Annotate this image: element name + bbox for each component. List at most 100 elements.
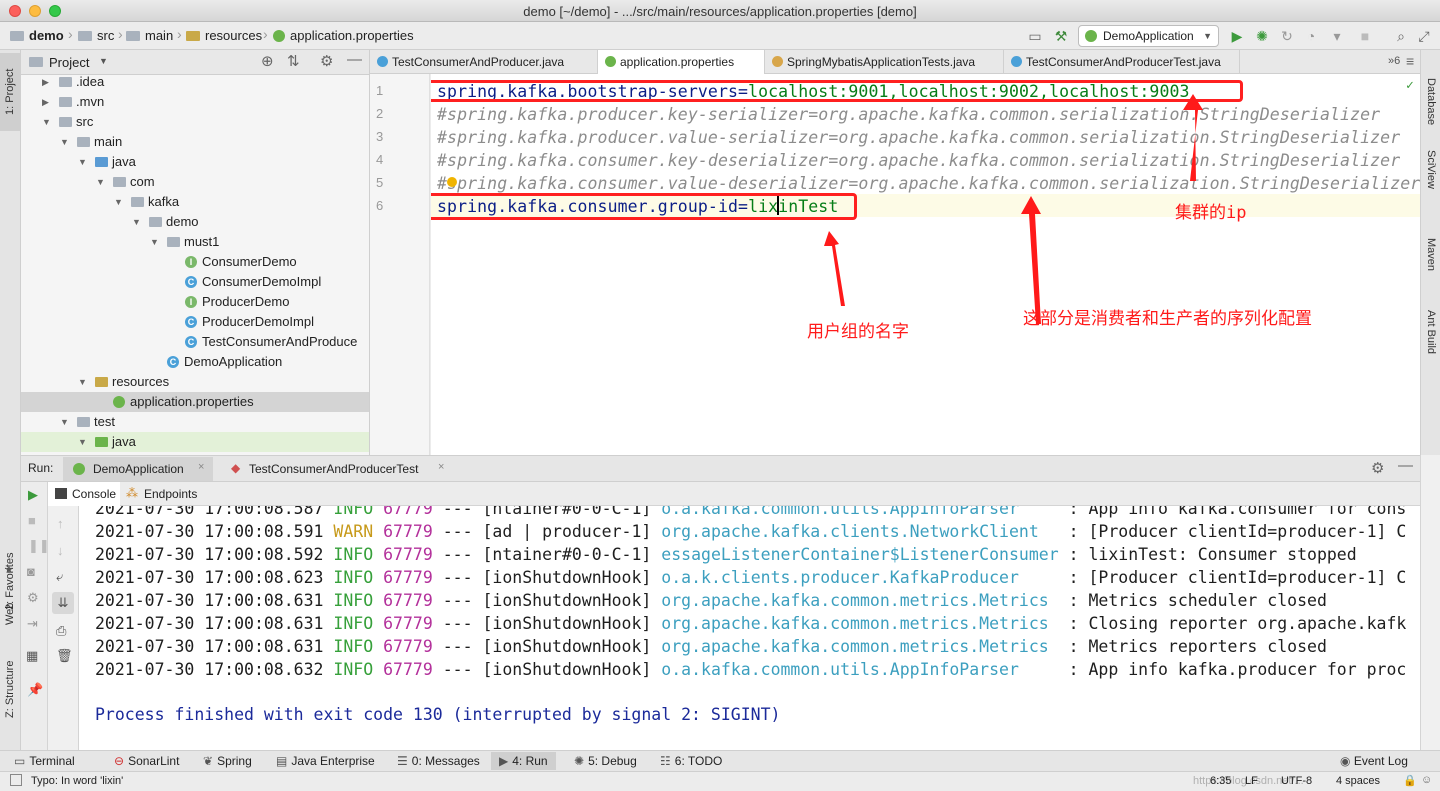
trash-icon[interactable]: 🗑 — [56, 648, 73, 664]
tree-item[interactable]: ▶ .idea — [21, 72, 369, 92]
run-config-select[interactable]: DemoApplication ▼ — [1078, 25, 1219, 47]
tab-endpoints[interactable]: ⁂ Endpoints — [122, 482, 206, 506]
log-logger[interactable]: o.a.kafka.common.utils.AppInfoParser — [661, 660, 1058, 679]
chevron-right-icon[interactable]: ▶ — [42, 72, 49, 92]
tool-todo[interactable]: ☷ 6: TODO — [660, 754, 722, 768]
breadcrumb-resources[interactable]: resources — [186, 28, 262, 43]
tab-application-properties[interactable]: application.properties — [598, 50, 765, 74]
structure-tool-tab[interactable]: Z: Structure — [4, 661, 16, 718]
tab-testconsumerandproducertest[interactable]: TestConsumerAndProducerTest.java — [1004, 50, 1240, 74]
locate-icon[interactable]: ⊕ — [261, 52, 274, 70]
inspector-icon[interactable]: ☺ — [1421, 774, 1432, 786]
tool-debug[interactable]: ✺ 5: Debug — [574, 754, 637, 768]
log-logger[interactable]: org.apache.kafka.clients.NetworkClient — [661, 522, 1058, 541]
tool-sonarlint[interactable]: ⊖ SonarLint — [114, 754, 179, 768]
print-icon[interactable]: ⎙ — [56, 623, 66, 639]
pin-icon[interactable]: 📌 — [27, 682, 43, 698]
project-tool-tab[interactable]: 1: Project — [0, 53, 21, 131]
chevron-down-icon[interactable]: ▼ — [96, 172, 105, 192]
debug-icon[interactable]: ✺ — [1253, 27, 1271, 45]
window-layout-icon[interactable]: ▭ — [1026, 27, 1044, 45]
gear-icon[interactable]: ⚙ — [320, 52, 333, 70]
chevron-down-icon[interactable]: ▼ — [99, 56, 108, 66]
log-logger[interactable]: org.apache.kafka.common.metrics.Metrics — [661, 637, 1058, 656]
file-encoding[interactable]: UTF-8 — [1281, 775, 1312, 787]
tab-testconsumerandproducer[interactable]: TestConsumerAndProducer.java — [370, 50, 598, 74]
tool-spring[interactable]: ❦ Spring — [203, 754, 252, 768]
stop-icon[interactable]: ■ — [1356, 27, 1374, 45]
tree-item[interactable]: I ProducerDemo — [21, 292, 369, 312]
run-icon[interactable]: ▶ — [1228, 27, 1246, 45]
breadcrumb-main[interactable]: main — [126, 28, 173, 43]
log-logger[interactable]: essageListenerContainer$ListenerConsumer — [661, 545, 1058, 564]
tree-item[interactable]: ▼ src — [21, 112, 369, 132]
gear-icon[interactable]: ⚙ — [1371, 459, 1384, 477]
chevron-down-icon[interactable]: ▼ — [78, 432, 87, 452]
tree-item[interactable]: C ProducerDemoImpl — [21, 312, 369, 332]
breadcrumb-file[interactable]: application.properties — [273, 28, 414, 43]
fullscreen-icon[interactable]: ⤢ — [1415, 27, 1433, 45]
chevron-down-icon[interactable]: ▼ — [114, 192, 123, 212]
tree-item[interactable]: ▼ kafka — [21, 192, 369, 212]
event-log-button[interactable]: ◉ Event Log — [1340, 754, 1408, 768]
tree-item[interactable]: ▼ java — [21, 432, 369, 452]
tree-item[interactable]: ▼ com — [21, 172, 369, 192]
chevron-down-icon[interactable]: ▼ — [78, 152, 87, 172]
project-view-select[interactable]: Project — [49, 55, 89, 70]
chevron-down-icon[interactable]: ▼ — [132, 212, 141, 232]
tab-console[interactable]: Console — [48, 482, 120, 506]
tree-item[interactable]: ▼ java — [21, 152, 369, 172]
sciview-tool-tab[interactable]: SciView — [1425, 150, 1437, 189]
soft-wrap-icon[interactable]: ⤶ — [56, 569, 63, 585]
chevron-down-icon[interactable]: ▼ — [150, 232, 159, 252]
tree-item[interactable]: C DemoApplication — [21, 352, 369, 372]
chevron-right-icon[interactable]: ▶ — [42, 92, 49, 112]
breadcrumb-src[interactable]: src — [78, 28, 114, 43]
lock-icon[interactable]: 🔒 — [1403, 774, 1417, 787]
caret-position[interactable]: 6:35 — [1210, 775, 1231, 787]
pause-icon[interactable]: ❚❚ — [28, 538, 50, 554]
tree-item[interactable]: ▼ test — [21, 412, 369, 432]
run-tab-testconsumerandproducertest[interactable]: ◆ TestConsumerAndProducerTest × — [221, 457, 453, 481]
code-editor[interactable]: spring.kafka.bootstrap-servers=localhost… — [431, 74, 1420, 455]
tree-item[interactable]: ▼ must1 — [21, 232, 369, 252]
favorites-tool-tab[interactable]: 2: Favorites — [4, 553, 16, 610]
login-icon[interactable]: ⇥ — [27, 616, 38, 632]
breadcrumb-demo[interactable]: demo — [10, 28, 64, 43]
tab-menu-icon[interactable]: ≡ — [1406, 53, 1414, 69]
search-icon[interactable]: ⌕ — [1392, 27, 1410, 45]
hide-panel-icon[interactable]: — — [347, 51, 362, 68]
settings-icon[interactable]: ⚙ — [27, 590, 39, 606]
build-hammer-icon[interactable]: ⚒ — [1052, 27, 1070, 45]
hide-panel-icon[interactable]: — — [1398, 457, 1413, 474]
tab-springmybatisapplicationtests[interactable]: SpringMybatisApplicationTests.java — [765, 50, 1004, 74]
log-logger[interactable]: org.apache.kafka.common.metrics.Metrics — [661, 591, 1058, 610]
database-tool-tab[interactable]: Database — [1425, 78, 1437, 125]
layout-icon[interactable]: ▦ — [26, 648, 38, 664]
tool-terminal[interactable]: ▭ Terminal — [14, 754, 75, 768]
chevron-down-icon[interactable]: ▼ — [42, 112, 51, 132]
chevron-down-icon[interactable]: ▼ — [60, 412, 69, 432]
tree-item[interactable]: ▶ .mvn — [21, 92, 369, 112]
log-logger[interactable]: org.apache.kafka.common.metrics.Metrics — [661, 614, 1058, 633]
tree-item[interactable]: application.properties — [21, 392, 369, 412]
stop-icon[interactable]: ■ — [28, 513, 36, 528]
chevron-down-icon[interactable]: ▼ — [60, 132, 69, 152]
chevron-down-icon[interactable]: ▼ — [78, 372, 87, 392]
coverage-icon[interactable]: ↻ — [1278, 27, 1296, 45]
collapse-all-icon[interactable]: ⇅ — [287, 52, 300, 70]
web-tool-tab[interactable]: Web — [4, 603, 16, 625]
ant-build-tool-tab[interactable]: Ant Build — [1425, 310, 1437, 354]
maven-tool-tab[interactable]: Maven — [1425, 238, 1437, 271]
tool-run[interactable]: ▶ 4: Run — [491, 752, 556, 770]
scroll-up-icon[interactable]: ↑ — [57, 516, 64, 531]
indent-setting[interactable]: 4 spaces — [1336, 775, 1380, 787]
tree-item[interactable]: C ConsumerDemoImpl — [21, 272, 369, 292]
tree-item[interactable]: ▼ demo — [21, 212, 369, 232]
tree-item[interactable]: ▼ main — [21, 132, 369, 152]
tree-item[interactable]: I ConsumerDemo — [21, 252, 369, 272]
console-scrollbar[interactable] — [1420, 455, 1440, 750]
more-tabs-indicator[interactable]: »6 — [1388, 55, 1400, 67]
console-output[interactable]: 2021-07-30 17:00:08.587 INFO 67779 --- [… — [79, 506, 1420, 750]
rerun-icon[interactable]: ▶ — [28, 487, 38, 503]
